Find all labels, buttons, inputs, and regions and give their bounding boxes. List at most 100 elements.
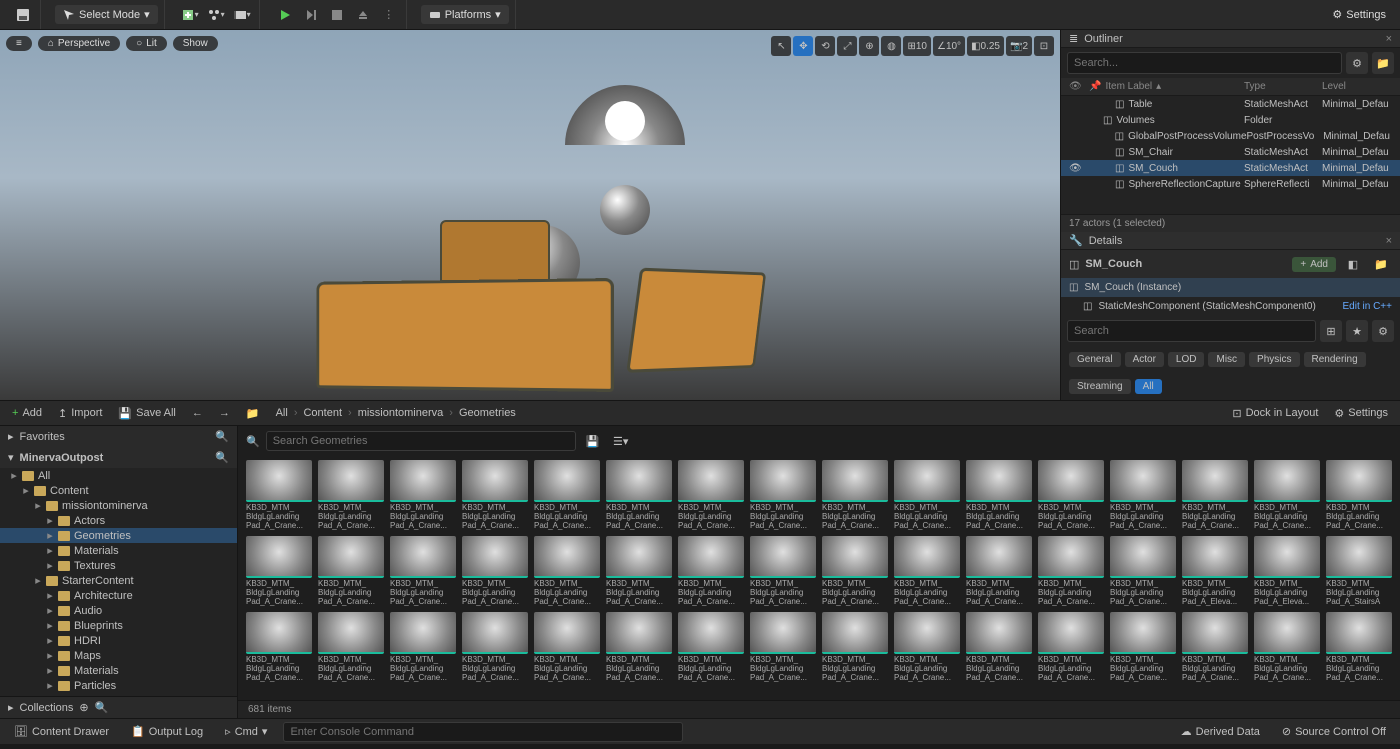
history-fwd-icon[interactable]: →	[215, 405, 234, 421]
tree-item[interactable]: ▸Materials	[0, 663, 237, 678]
angle-snap-button[interactable]: ∠ 10°	[933, 36, 965, 56]
asset-thumbnail[interactable]: KB3D_MTM_BldgLgLandingPad_A_Crane...	[462, 460, 528, 530]
asset-thumbnail[interactable]: KB3D_MTM_BldgLgLandingPad_A_Crane...	[390, 612, 456, 682]
asset-thumbnail[interactable]: KB3D_MTM_BldgLgLandingPad_A_Crane...	[678, 612, 744, 682]
source-control-button[interactable]: ⊘Source Control Off	[1276, 723, 1392, 740]
eject-icon[interactable]	[352, 4, 374, 26]
asset-thumbnail[interactable]: KB3D_MTM_BldgLgLandingPad_A_Crane...	[534, 612, 600, 682]
tree-item[interactable]: ▸All	[0, 468, 237, 483]
breadcrumb-item[interactable]: All	[272, 405, 292, 421]
outliner-row[interactable]: ◫ GlobalPostProcessVolumePostProcessVoMi…	[1061, 128, 1400, 144]
favorites-header[interactable]: ▸Favorites🔍	[0, 426, 237, 447]
outliner-row[interactable]: ◫ VolumesFolder	[1061, 112, 1400, 128]
add-button[interactable]: +Add	[8, 405, 46, 421]
component-row[interactable]: ◫ StaticMeshComponent (StaticMeshCompone…	[1061, 297, 1400, 316]
asset-thumbnail[interactable]: KB3D_MTM_BldgLgLandingPad_A_Crane...	[246, 612, 312, 682]
asset-thumbnail[interactable]: KB3D_MTM_BldgLgLandingPad_A_Crane...	[462, 536, 528, 606]
category-chip[interactable]: Actor	[1125, 352, 1164, 367]
add-icon[interactable]: ⊕	[79, 701, 88, 714]
tree-item[interactable]: ▸Audio	[0, 603, 237, 618]
asset-thumbnail[interactable]: KB3D_MTM_BldgLgLandingPad_A_Crane...	[606, 536, 672, 606]
asset-thumbnail[interactable]: KB3D_MTM_BldgLgLandingPad_A_Crane...	[606, 460, 672, 530]
tree-item[interactable]: ▸Maps	[0, 648, 237, 663]
step-icon[interactable]	[300, 4, 322, 26]
save-search-icon[interactable]: 💾	[582, 430, 604, 452]
asset-thumbnail[interactable]: KB3D_MTM_BldgLgLandingPad_A_StairsA	[1326, 536, 1392, 606]
category-chip[interactable]: Physics	[1249, 352, 1299, 367]
add-component-button[interactable]: +Add	[1292, 257, 1336, 272]
asset-thumbnail[interactable]: KB3D_MTM_BldgLgLandingPad_A_Crane...	[822, 460, 888, 530]
category-chip[interactable]: Streaming	[1069, 379, 1131, 394]
details-tab[interactable]: 🔧 Details ×	[1061, 232, 1400, 250]
history-back-icon[interactable]: ←	[188, 405, 207, 421]
surface-snap-icon[interactable]: ◍	[881, 36, 901, 56]
asset-thumbnail[interactable]: KB3D_MTM_BldgLgLandingPad_A_Crane...	[894, 460, 960, 530]
search-icon[interactable]: 🔍	[95, 701, 109, 714]
asset-thumbnail[interactable]: KB3D_MTM_BldgLgLandingPad_A_Crane...	[678, 460, 744, 530]
asset-thumbnail[interactable]: KB3D_MTM_BldgLgLandingPad_A_Crane...	[1110, 612, 1176, 682]
category-chip[interactable]: LOD	[1168, 352, 1205, 367]
asset-thumbnail[interactable]: KB3D_MTM_BldgLgLandingPad_A_Crane...	[534, 460, 600, 530]
tree-item[interactable]: ▸Content	[0, 483, 237, 498]
outliner-row[interactable]: ◫ SphereReflectionCaptureSphereReflectiM…	[1061, 176, 1400, 192]
breadcrumb-item[interactable]: Geometries	[455, 405, 520, 421]
asset-thumbnail[interactable]: KB3D_MTM_BldgLgLandingPad_A_Crane...	[1326, 460, 1392, 530]
category-chip[interactable]: All	[1135, 379, 1162, 394]
browse-icon[interactable]: 📁	[1370, 253, 1392, 275]
filter-icon[interactable]: ☰▾	[610, 430, 632, 452]
play-icon[interactable]	[274, 4, 296, 26]
grid-snap-button[interactable]: ⊞ 10	[903, 36, 931, 56]
category-chip[interactable]: General	[1069, 352, 1121, 367]
asset-thumbnail[interactable]: KB3D_MTM_BldgLgLandingPad_A_Crane...	[1110, 536, 1176, 606]
dock-button[interactable]: ⊡Dock in Layout	[1228, 405, 1322, 422]
filter-icon[interactable]: ⚙	[1346, 52, 1368, 74]
asset-thumbnail[interactable]: KB3D_MTM_BldgLgLandingPad_A_Crane...	[1038, 536, 1104, 606]
category-chip[interactable]: Rendering	[1304, 352, 1366, 367]
add-folder-icon[interactable]: 📁	[1372, 52, 1394, 74]
asset-thumbnail[interactable]: KB3D_MTM_BldgLgLandingPad_A_Crane...	[822, 612, 888, 682]
asset-thumbnail[interactable]: KB3D_MTM_BldgLgLandingPad_A_Crane...	[1038, 460, 1104, 530]
tree-item[interactable]: ▸Textures	[0, 558, 237, 573]
play-options-icon[interactable]: ⋮	[378, 4, 400, 26]
derived-data-button[interactable]: ☁Derived Data	[1175, 723, 1266, 740]
project-header[interactable]: ▾MinervaOutpost🔍	[0, 447, 237, 468]
tree-item[interactable]: ▸Geometries	[0, 528, 237, 543]
tree-item[interactable]: ▸Particles	[0, 678, 237, 693]
edit-cpp-link[interactable]: Edit in C++	[1343, 301, 1392, 312]
asset-thumbnail[interactable]: KB3D_MTM_BldgLgLandingPad_A_Crane...	[1110, 460, 1176, 530]
asset-thumbnail[interactable]: KB3D_MTM_BldgLgLandingPad_A_Crane...	[966, 536, 1032, 606]
asset-thumbnail[interactable]: KB3D_MTM_BldgLgLandingPad_A_Eleva...	[1254, 536, 1320, 606]
outliner-search-input[interactable]	[1067, 52, 1342, 74]
select-tool-icon[interactable]: ↖	[771, 36, 791, 56]
breadcrumb-item[interactable]: Content	[299, 405, 346, 421]
asset-thumbnail[interactable]: KB3D_MTM_BldgLgLandingPad_A_Crane...	[246, 460, 312, 530]
select-mode-button[interactable]: Select Mode ▾	[55, 5, 158, 24]
asset-thumbnail[interactable]: KB3D_MTM_BldgLgLandingPad_A_Crane...	[1182, 612, 1248, 682]
outliner-row[interactable]: ◫ SM_ChairStaticMeshActMinimal_Defau	[1061, 144, 1400, 160]
asset-thumbnail[interactable]: KB3D_MTM_BldgLgLandingPad_A_Crane...	[1254, 612, 1320, 682]
blueprint-icon[interactable]: ◧	[1342, 253, 1364, 275]
content-drawer-button[interactable]: 🗄Content Drawer	[8, 723, 115, 740]
asset-thumbnail[interactable]: KB3D_MTM_BldgLgLandingPad_A_Crane...	[390, 460, 456, 530]
details-search-input[interactable]	[1067, 320, 1316, 342]
asset-thumbnail[interactable]: KB3D_MTM_BldgLgLandingPad_A_Eleva...	[1182, 536, 1248, 606]
grid-view-icon[interactable]: ⊞	[1320, 320, 1342, 342]
asset-thumbnail[interactable]: KB3D_MTM_BldgLgLandingPad_A_Crane...	[606, 612, 672, 682]
console-input[interactable]	[283, 722, 683, 742]
asset-thumbnail[interactable]: KB3D_MTM_BldgLgLandingPad_A_Crane...	[894, 536, 960, 606]
asset-thumbnail[interactable]: KB3D_MTM_BldgLgLandingPad_A_Crane...	[1254, 460, 1320, 530]
outliner-tab[interactable]: ≣ Outliner ×	[1061, 30, 1400, 48]
asset-thumbnail[interactable]: KB3D_MTM_BldgLgLandingPad_A_Crane...	[894, 612, 960, 682]
import-button[interactable]: ↥Import	[54, 405, 106, 422]
category-chip[interactable]: Misc	[1208, 352, 1245, 367]
breadcrumb-item[interactable]: missiontominerva	[354, 405, 448, 421]
folder-icon[interactable]: 📁	[242, 405, 264, 422]
marketplace-icon[interactable]: ▾	[205, 4, 227, 26]
cb-settings-button[interactable]: ⚙Settings	[1330, 405, 1392, 422]
tree-item[interactable]: ▸Actors	[0, 513, 237, 528]
asset-thumbnail[interactable]: KB3D_MTM_BldgLgLandingPad_A_Crane...	[1326, 612, 1392, 682]
settings-button[interactable]: ⚙ Settings	[1324, 5, 1394, 24]
tree-item[interactable]: ▸StarterContent	[0, 573, 237, 588]
collections-header[interactable]: ▸Collections⊕🔍	[0, 696, 237, 718]
asset-thumbnail[interactable]: KB3D_MTM_BldgLgLandingPad_A_Crane...	[966, 612, 1032, 682]
